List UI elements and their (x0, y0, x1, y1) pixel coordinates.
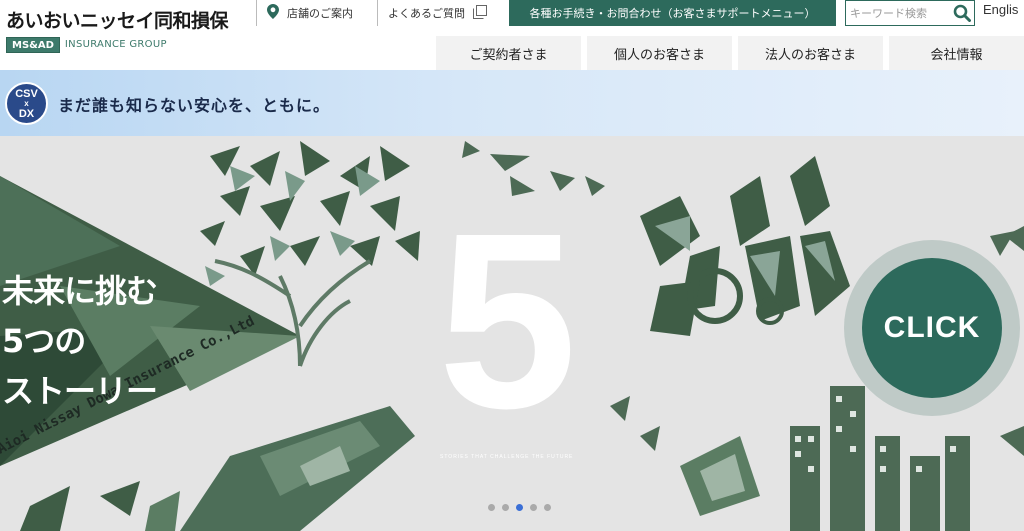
search-icon (953, 4, 971, 22)
hero-title-line2: 5つの (2, 322, 86, 360)
carousel-dot-4[interactable] (530, 504, 537, 511)
hero-big-number: 5 (438, 181, 578, 460)
badge-csv: CSV (15, 87, 38, 100)
site-header: あいおいニッセイ同和損保 MS&AD INSURANCE GROUP 店舗のご案… (0, 0, 1024, 70)
carousel-dots (488, 504, 551, 511)
nav-personal[interactable]: 個人のお客さま (587, 36, 732, 70)
nav-corporate[interactable]: 法人のお客さま (738, 36, 883, 70)
group-text: INSURANCE GROUP (64, 39, 167, 50)
msad-badge: MS&AD (6, 36, 60, 53)
map-pin-icon (267, 4, 279, 22)
external-window-icon (473, 4, 487, 22)
carousel-dot-2[interactable] (502, 504, 509, 511)
banner-tagline: まだ誰も知らない安心を、ともに。 (58, 96, 331, 115)
store-link-label: 店舗のご案内 (287, 7, 353, 20)
search-input[interactable] (850, 4, 948, 22)
badge-x: x (24, 98, 29, 108)
language-link[interactable]: Englis (983, 2, 1018, 17)
click-button[interactable]: CLICK (862, 258, 1002, 398)
store-link[interactable]: 店舗のご案内 (256, 0, 353, 26)
group-logo: MS&AD INSURANCE GROUP (6, 36, 167, 53)
carousel-dot-3[interactable] (516, 504, 523, 511)
faq-link-label: よくあるご質問 (388, 7, 465, 20)
hero-title-line1: 未来に挑む (2, 272, 158, 310)
nav-policyholders[interactable]: ご契約者さま (436, 36, 581, 70)
carousel-dot-5[interactable] (544, 504, 551, 511)
company-logo-title[interactable]: あいおいニッセイ同和損保 (6, 6, 229, 33)
nav-company-info[interactable]: 会社情報 (889, 36, 1024, 70)
search-button[interactable] (952, 3, 972, 23)
hero-carousel[interactable]: Aioi Nissay Dowa Insurance Co.,Ltd 未来に挑む… (0, 136, 1024, 531)
csv-dx-banner[interactable]: CSV x DX まだ誰も知らない安心を、ともに。 (0, 70, 1024, 136)
badge-dx: DX (18, 107, 35, 120)
csv-dx-badge: CSV x DX (5, 82, 48, 125)
hero-caption: STORIES THAT CHALLENGE THE FUTURE (440, 454, 574, 460)
carousel-dot-1[interactable] (488, 504, 495, 511)
hero-title-line3: ストーリー (2, 372, 158, 410)
search-box (845, 0, 975, 26)
faq-link[interactable]: よくあるご質問 (377, 0, 487, 26)
support-menu-button[interactable]: 各種お手続き・お問合わせ（お客さまサポートメニュー） (509, 0, 836, 26)
